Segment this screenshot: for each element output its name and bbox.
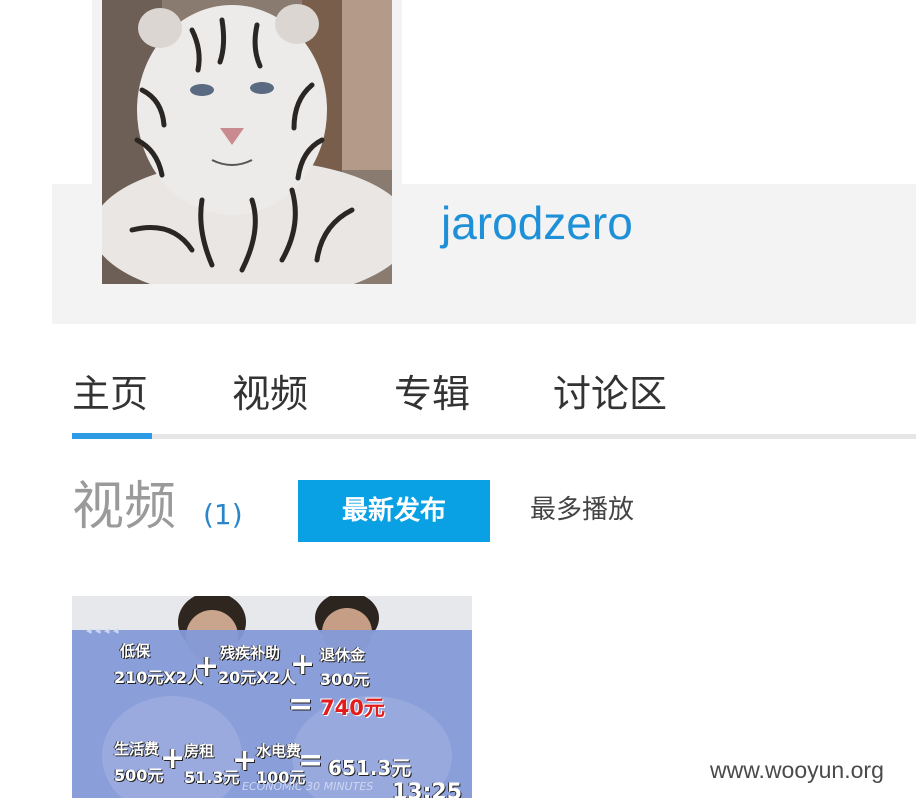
tab-discussion[interactable]: 讨论区: [553, 368, 667, 420]
overlay-label-canji: 残疾补助: [220, 644, 281, 662]
overlay-value-dibao: 210元X2人: [114, 668, 203, 687]
overlay-value-canji: 20元X2人: [218, 668, 296, 687]
overlay-label-shuidian: 水电费: [256, 742, 302, 760]
overlay-program-tag: ECONOMIC 30 MINUTES: [242, 780, 374, 793]
sort-newest-button[interactable]: 最新发布: [298, 480, 490, 542]
overlay-value-shenghuo: 500元: [114, 766, 164, 785]
overlay-plus-1: +: [194, 649, 220, 684]
username-link[interactable]: jarodzero: [441, 194, 633, 252]
overlay-equals-2: =: [298, 743, 324, 778]
video-duration: 13:25: [392, 780, 463, 798]
overlay-plus-2: +: [290, 647, 316, 682]
overlay-label-tuixiu: 退休金: [320, 646, 366, 664]
white-tiger-image: [102, 0, 392, 284]
video-thumbnail[interactable]: ◂ ◂ ◂ ◂ 低保 210元X2人 + 残疾补助 20元X2人 + 退休金 3…: [72, 596, 472, 798]
tab-videos[interactable]: 视频: [232, 368, 308, 420]
sort-most-played-button[interactable]: 最多播放: [530, 490, 634, 530]
overlay-plus-4: +: [232, 743, 258, 778]
videos-count: (1): [203, 498, 243, 531]
overlay-total-expense: 651.3元: [328, 756, 412, 780]
profile-tabs: 主页 视频 专辑 讨论区: [72, 368, 916, 440]
overlay-label-shenghuo: 生活费: [114, 740, 160, 758]
overlay-value-tuixiu: 300元: [320, 670, 370, 689]
overlay-label-dibao: 低保: [120, 642, 151, 660]
site-watermark: www.wooyun.org: [710, 757, 884, 783]
tabs-divider: [72, 434, 916, 439]
tab-home[interactable]: 主页: [72, 368, 148, 420]
overlay-equals-1: =: [288, 687, 314, 722]
avatar[interactable]: [102, 0, 392, 284]
overlay-total-income: 740元: [320, 696, 385, 720]
overlay-plus-3: +: [160, 741, 186, 776]
overlay-label-fangzu: 房租: [184, 742, 215, 760]
overlay-arrows: ◂ ◂ ◂ ◂: [86, 624, 119, 637]
tab-albums[interactable]: 专辑: [394, 368, 470, 420]
active-tab-indicator: [72, 433, 152, 439]
videos-section-title: 视频: [72, 477, 177, 537]
